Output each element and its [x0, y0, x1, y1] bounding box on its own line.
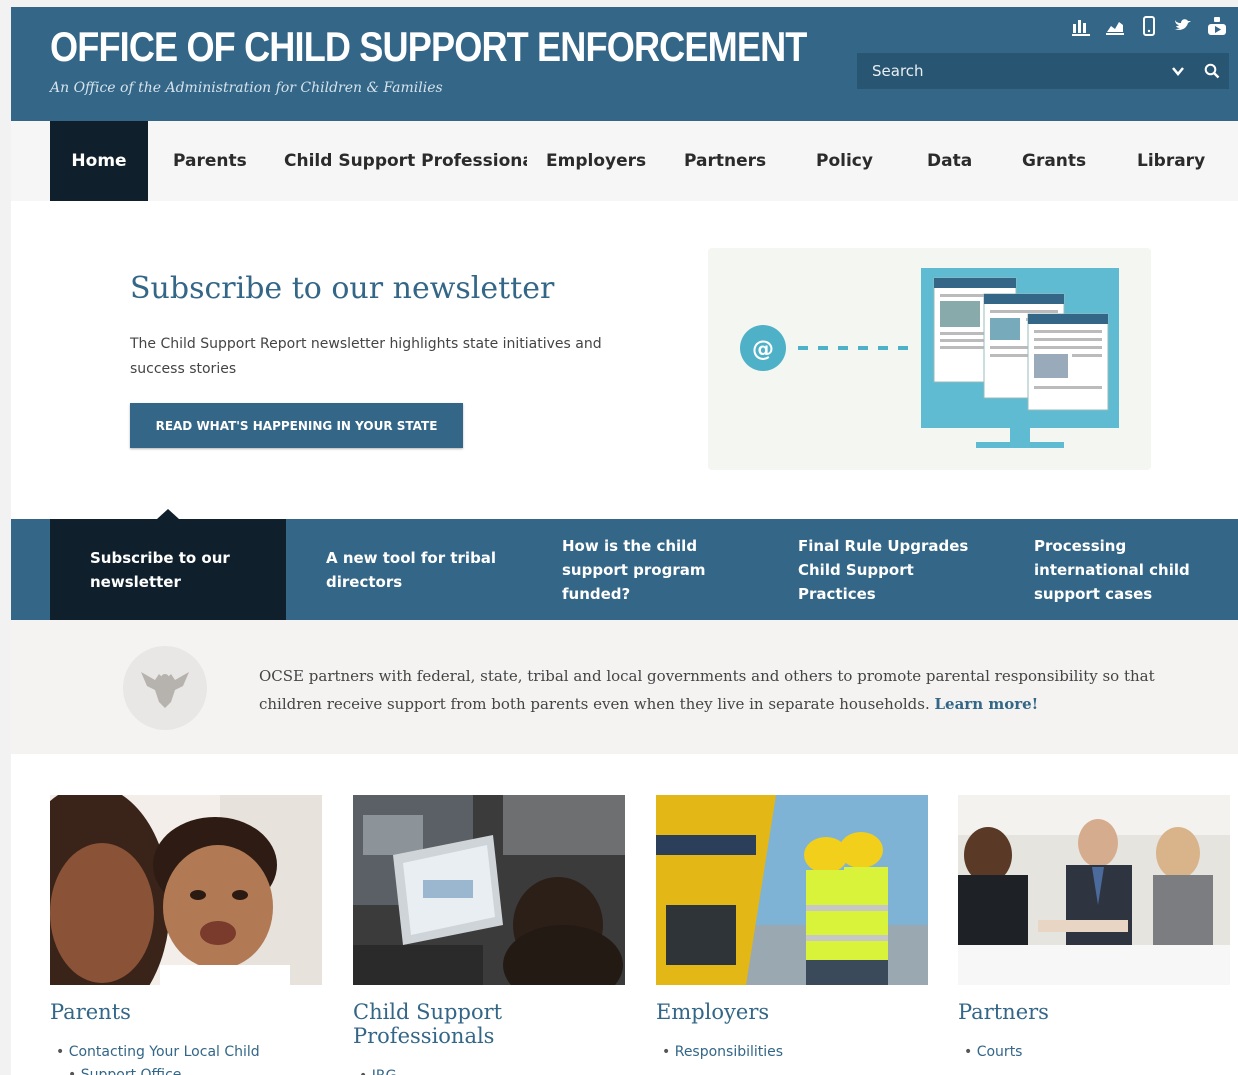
- card-link[interactable]: Courts: [964, 1041, 1023, 1064]
- nav-item-parents[interactable]: Parents: [173, 121, 247, 201]
- card-links-parents: Contacting Your Local Child Support Offi…: [56, 1041, 260, 1075]
- parents-photo[interactable]: [50, 795, 322, 985]
- read-state-news-button[interactable]: READ WHAT'S HAPPENING IN YOUR STATE: [130, 403, 463, 448]
- search-box: [857, 53, 1229, 89]
- feature-tab-program-funding[interactable]: How is the child support program funded?: [522, 519, 758, 620]
- site-title[interactable]: OFFICE OF CHILD SUPPORT ENFORCEMENT: [50, 23, 807, 71]
- nav-item-grants[interactable]: Grants: [1022, 121, 1086, 201]
- search-input[interactable]: [857, 53, 1161, 89]
- card-links-professionals: IRG: [359, 1065, 397, 1075]
- youtube-icon[interactable]: [1206, 15, 1228, 37]
- mission-statement: OCSE partners with federal, state, triba…: [259, 662, 1199, 718]
- nav-item-library[interactable]: Library: [1137, 121, 1205, 201]
- card-title-partners[interactable]: Partners: [958, 1000, 1230, 1024]
- learn-more-link[interactable]: Learn more!: [935, 695, 1039, 713]
- feature-tab-international-cases[interactable]: Processing international child support c…: [994, 519, 1230, 620]
- hero-title: Subscribe to our newsletter: [130, 271, 555, 306]
- nav-item-employers[interactable]: Employers: [546, 121, 646, 201]
- page: OFFICE OF CHILD SUPPORT ENFORCEMENT An O…: [11, 7, 1238, 1075]
- search-icon[interactable]: [1195, 53, 1229, 89]
- blog-icon[interactable]: [1070, 15, 1092, 37]
- card-link[interactable]: IRG: [359, 1065, 397, 1075]
- blog-icon[interactable]: [1104, 15, 1126, 37]
- feature-tab-subscribe[interactable]: Subscribe to our newsletter: [50, 519, 286, 620]
- employers-photo[interactable]: [656, 795, 928, 985]
- site-header: OFFICE OF CHILD SUPPORT ENFORCEMENT An O…: [11, 7, 1238, 121]
- nav-item-home[interactable]: Home: [50, 121, 148, 201]
- active-feature-pointer: [157, 509, 179, 519]
- main-nav: Home Parents Child Support Professionals…: [11, 121, 1238, 201]
- nav-item-data[interactable]: Data: [927, 121, 972, 201]
- eagle-seal-icon: [123, 646, 207, 730]
- feature-tab-tribal-tool[interactable]: A new tool for tribal directors: [286, 519, 522, 620]
- card-link[interactable]: Support Office: [56, 1064, 260, 1075]
- professionals-photo[interactable]: [353, 795, 625, 985]
- card-links-partners: Courts: [964, 1041, 1023, 1064]
- hero-description: The Child Support Report newsletter high…: [130, 336, 602, 377]
- feature-tab-final-rule[interactable]: Final Rule Upgrades Child Support Practi…: [758, 519, 994, 620]
- mobile-icon[interactable]: [1138, 15, 1160, 37]
- mission-strip: OCSE partners with federal, state, triba…: [11, 620, 1238, 754]
- nav-item-partners[interactable]: Partners: [684, 121, 766, 201]
- twitter-icon[interactable]: [1172, 15, 1194, 37]
- site-subtitle: An Office of the Administration for Chil…: [50, 80, 443, 96]
- card-link[interactable]: Contacting Your Local Child: [56, 1041, 260, 1064]
- newsletter-illustration: @: [708, 248, 1151, 470]
- social-icons: [1070, 15, 1228, 37]
- svg-text:@: @: [752, 337, 774, 362]
- chevron-down-icon[interactable]: [1161, 53, 1195, 89]
- card-title-parents[interactable]: Parents: [50, 1000, 322, 1024]
- nav-item-child-support-professionals[interactable]: Child Support Professionals: [284, 121, 527, 201]
- card-links-employers: Responsibilities: [662, 1041, 783, 1064]
- nav-item-policy[interactable]: Policy: [816, 121, 873, 201]
- card-link[interactable]: Responsibilities: [662, 1041, 783, 1064]
- card-title-professionals[interactable]: Child Support Professionals: [353, 1000, 625, 1048]
- partners-photo[interactable]: [958, 795, 1230, 985]
- feature-tabs: Subscribe to our newsletter A new tool f…: [11, 519, 1238, 620]
- card-title-employers[interactable]: Employers: [656, 1000, 928, 1024]
